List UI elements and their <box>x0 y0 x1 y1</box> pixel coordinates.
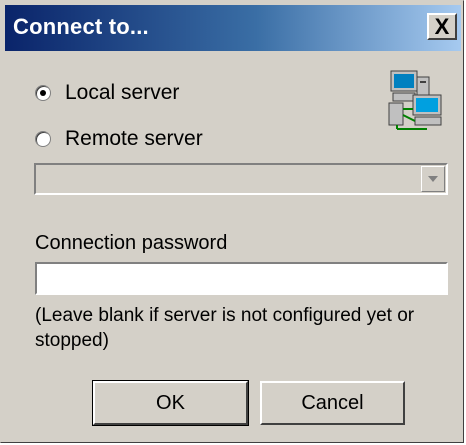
password-field[interactable] <box>35 262 448 295</box>
radio-selected-dot <box>40 90 46 96</box>
combo-dropdown-button[interactable] <box>421 166 445 192</box>
remote-server-radio-circle[interactable] <box>35 131 51 147</box>
remote-server-combo[interactable] <box>34 163 448 195</box>
title-bar[interactable]: Connect to... X <box>5 5 461 51</box>
cancel-button[interactable]: Cancel <box>260 381 405 425</box>
remote-server-label: Remote server <box>65 127 203 150</box>
chevron-down-icon <box>428 176 438 182</box>
dialog-title: Connect to... <box>13 14 149 39</box>
close-icon: X <box>434 13 450 39</box>
local-server-label: Local server <box>65 81 180 104</box>
local-server-radio[interactable]: Local server <box>35 81 179 105</box>
ok-button[interactable]: OK <box>92 380 249 426</box>
remote-server-radio[interactable]: Remote server <box>35 127 203 151</box>
password-label: Connection password <box>35 232 228 254</box>
password-hint: (Leave blank if server is not configured… <box>35 305 415 351</box>
local-server-radio-circle[interactable] <box>35 85 51 101</box>
close-button[interactable]: X <box>427 13 457 40</box>
connect-dialog: Connect to... X Local server Remote serv… <box>0 0 464 443</box>
network-computers-icon <box>387 69 447 131</box>
